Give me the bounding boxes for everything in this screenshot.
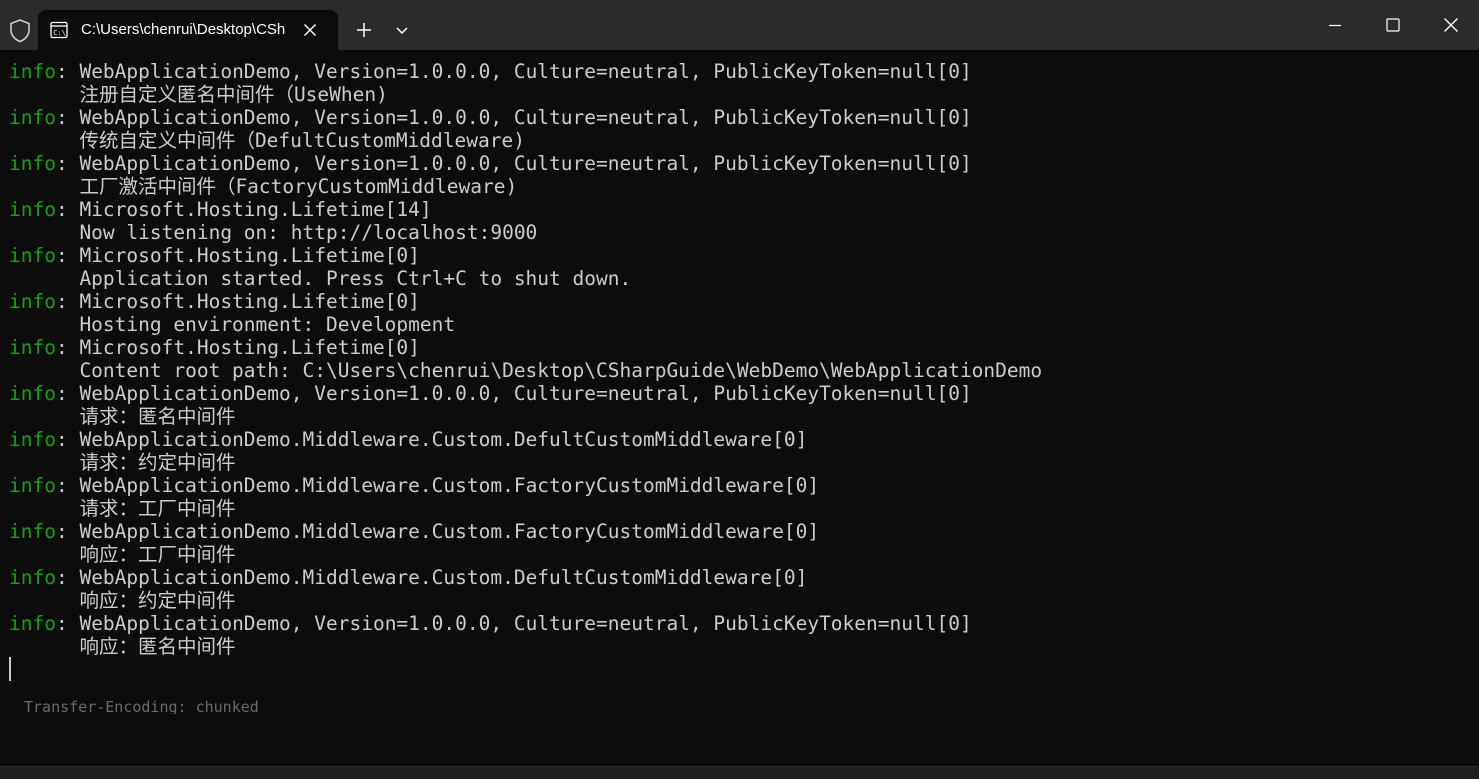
log-line: info: Microsoft.Hosting.Lifetime[0] [9, 336, 420, 359]
partial-text: Transfer-Encoding: chunked [24, 700, 259, 714]
log-line: info: WebApplicationDemo.Middleware.Cust… [9, 474, 819, 497]
log-text: 请求：匿名中间件 [9, 405, 236, 428]
log-text: : Microsoft.Hosting.Lifetime[0] [55, 244, 420, 267]
log-text: 响应：约定中间件 [9, 589, 236, 612]
log-level: info [9, 336, 56, 359]
log-line: info: WebApplicationDemo, Version=1.0.0.… [9, 612, 972, 635]
log-line: info: WebApplicationDemo.Middleware.Cust… [9, 566, 807, 589]
log-level: info [9, 474, 56, 497]
log-line: info: WebApplicationDemo, Version=1.0.0.… [9, 60, 972, 83]
log-level: info [9, 290, 56, 313]
log-line: info: WebApplicationDemo.Middleware.Cust… [9, 520, 819, 543]
log-level: info [9, 428, 56, 451]
log-line: 工厂激活中间件（FactoryCustomMiddleware) [9, 175, 517, 198]
text-cursor [9, 657, 11, 681]
log-text: Application started. Press Ctrl+C to shu… [9, 267, 632, 290]
close-window-button[interactable] [1422, 0, 1479, 50]
new-tab-button[interactable] [350, 16, 378, 44]
log-level: info [9, 382, 56, 405]
log-text: : Microsoft.Hosting.Lifetime[14] [55, 198, 432, 221]
log-text: 工厂激活中间件（FactoryCustomMiddleware) [9, 175, 518, 198]
terminal-icon: C:\ [50, 21, 68, 39]
tab-title: C:\Users\chenrui\Desktop\CSharpGuide\Web… [81, 21, 286, 38]
log-text: : WebApplicationDemo, Version=1.0.0.0, C… [55, 612, 972, 635]
log-level: info [9, 612, 56, 635]
maximize-icon [1386, 18, 1400, 32]
log-line: info: WebApplicationDemo.Middleware.Cust… [9, 428, 807, 451]
log-line: info: WebApplicationDemo, Version=1.0.0.… [9, 152, 972, 175]
minimize-icon [1329, 24, 1341, 27]
close-icon [1444, 18, 1458, 32]
svg-text:C:\: C:\ [53, 29, 66, 37]
log-level: info [9, 106, 56, 129]
log-level: info [9, 244, 56, 267]
window-bottom-edge [0, 766, 1479, 779]
log-line: info: WebApplicationDemo, Version=1.0.0.… [9, 106, 972, 129]
log-line: 注册自定义匿名中间件（UseWhen) [9, 83, 388, 106]
log-line: Hosting environment: Development [9, 313, 455, 336]
log-text: : WebApplicationDemo.Middleware.Custom.D… [55, 428, 808, 451]
log-text: 请求：工厂中间件 [9, 497, 236, 520]
log-text: 传统自定义中间件（DefultCustomMiddleware) [9, 129, 525, 152]
minimize-button[interactable] [1306, 0, 1364, 50]
log-line: 请求：约定中间件 [9, 451, 235, 474]
log-line: 响应：约定中间件 [9, 589, 235, 612]
log-line: info: WebApplicationDemo, Version=1.0.0.… [9, 382, 972, 405]
log-line: info: Microsoft.Hosting.Lifetime[0] [9, 290, 420, 313]
log-text: : Microsoft.Hosting.Lifetime[0] [55, 290, 420, 313]
log-text: 响应：匿名中间件 [9, 635, 236, 658]
close-icon[interactable] [300, 20, 320, 40]
log-text: Now listening on: http://localhost:9000 [9, 221, 538, 244]
log-line: 响应：匿名中间件 [9, 635, 235, 658]
log-text: Content root path: C:\Users\chenrui\Desk… [9, 359, 1043, 382]
log-text: 请求：约定中间件 [9, 451, 236, 474]
log-text: : WebApplicationDemo, Version=1.0.0.0, C… [55, 106, 972, 129]
log-text: Hosting environment: Development [9, 313, 456, 336]
maximize-button[interactable] [1364, 0, 1422, 50]
log-text: 响应：工厂中间件 [9, 543, 236, 566]
log-text: : WebApplicationDemo.Middleware.Custom.D… [55, 566, 808, 589]
log-text: : WebApplicationDemo.Middleware.Custom.F… [55, 474, 820, 497]
log-line: info: Microsoft.Hosting.Lifetime[0] [9, 244, 420, 267]
title-bar[interactable]: C:\ C:\Users\chenrui\Desktop\CSharpGuide… [0, 0, 1479, 50]
log-level: info [9, 520, 56, 543]
log-line: Content root path: C:\Users\chenrui\Desk… [9, 359, 1042, 382]
log-line: 请求：工厂中间件 [9, 497, 235, 520]
log-text: : Microsoft.Hosting.Lifetime[0] [55, 336, 420, 359]
log-text: : WebApplicationDemo, Version=1.0.0.0, C… [55, 152, 972, 175]
log-line: Now listening on: http://localhost:9000 [9, 221, 537, 244]
log-text: : WebApplicationDemo, Version=1.0.0.0, C… [55, 382, 972, 405]
terminal-window: C:\ C:\Users\chenrui\Desktop\CSharpGuide… [0, 0, 1479, 779]
log-line: Application started. Press Ctrl+C to shu… [9, 267, 631, 290]
log-level: info [9, 198, 56, 221]
log-text: : WebApplicationDemo, Version=1.0.0.0, C… [55, 60, 972, 83]
log-level: info [9, 60, 56, 83]
log-text: : WebApplicationDemo.Middleware.Custom.F… [55, 520, 820, 543]
terminal-output[interactable]: info: WebApplicationDemo, Version=1.0.0.… [0, 50, 1479, 779]
log-line: info: Microsoft.Hosting.Lifetime[14] [9, 198, 432, 221]
log-line: 传统自定义中间件（DefultCustomMiddleware) [9, 129, 525, 152]
log-level: info [9, 566, 56, 589]
log-line: 响应：工厂中间件 [9, 543, 235, 566]
plus-icon [357, 23, 371, 37]
log-line: 请求：匿名中间件 [9, 405, 235, 428]
shield-icon [8, 18, 32, 44]
tab-dropdown-button[interactable] [390, 18, 414, 42]
log-level: info [9, 152, 56, 175]
tab-terminal[interactable]: C:\ C:\Users\chenrui\Desktop\CSharpGuide… [38, 10, 338, 50]
chevron-down-icon [396, 27, 408, 35]
log-text: 注册自定义匿名中间件（UseWhen) [9, 83, 388, 106]
